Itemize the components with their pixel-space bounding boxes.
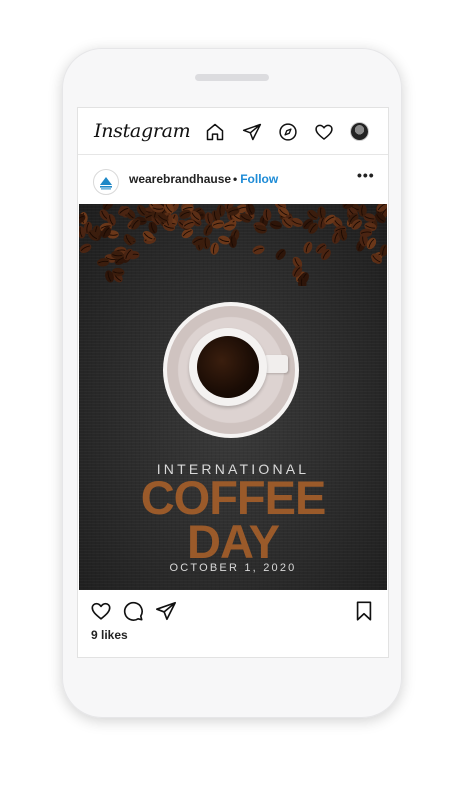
post-text-day: DAY [187,515,280,568]
coffee-beans-graphic [79,204,387,286]
home-icon[interactable] [205,122,225,142]
follow-button[interactable]: • Follow [233,172,278,186]
post-username[interactable]: wearebrandhause [129,172,231,186]
brand-logo-icon [100,177,112,190]
instagram-logo[interactable]: Instagram [94,120,191,142]
comment-icon[interactable] [122,600,144,622]
like-heart-icon[interactable] [90,600,112,622]
likes-count[interactable]: 9 likes [91,628,128,642]
profile-avatar[interactable] [350,122,369,141]
direct-icon[interactable] [242,122,262,142]
post-actions [78,592,388,632]
explore-icon[interactable] [278,122,298,142]
coffee-graphic [197,336,259,398]
share-icon[interactable] [155,600,177,622]
bookmark-icon[interactable] [353,600,375,622]
follow-separator: • [233,172,238,186]
follow-label: Follow [240,172,279,186]
post-text-date: OCTOBER 1, 2020 [169,562,297,574]
post-image[interactable]: INTERNATIONAL COFFEE DAY OCTOBER 1, 2020 [79,204,387,590]
cup-handle-graphic [264,355,288,373]
instagram-top-bar: Instagram [78,108,388,155]
post-header: wearebrandhause • Follow ••• [78,155,388,204]
phone-screen: Instagram wearebrandhause • Follow ••• I… [77,107,389,658]
heart-icon[interactable] [314,122,334,142]
phone-speaker [195,74,269,81]
more-options-button[interactable]: ••• [357,167,375,183]
brand-avatar[interactable] [93,169,119,195]
